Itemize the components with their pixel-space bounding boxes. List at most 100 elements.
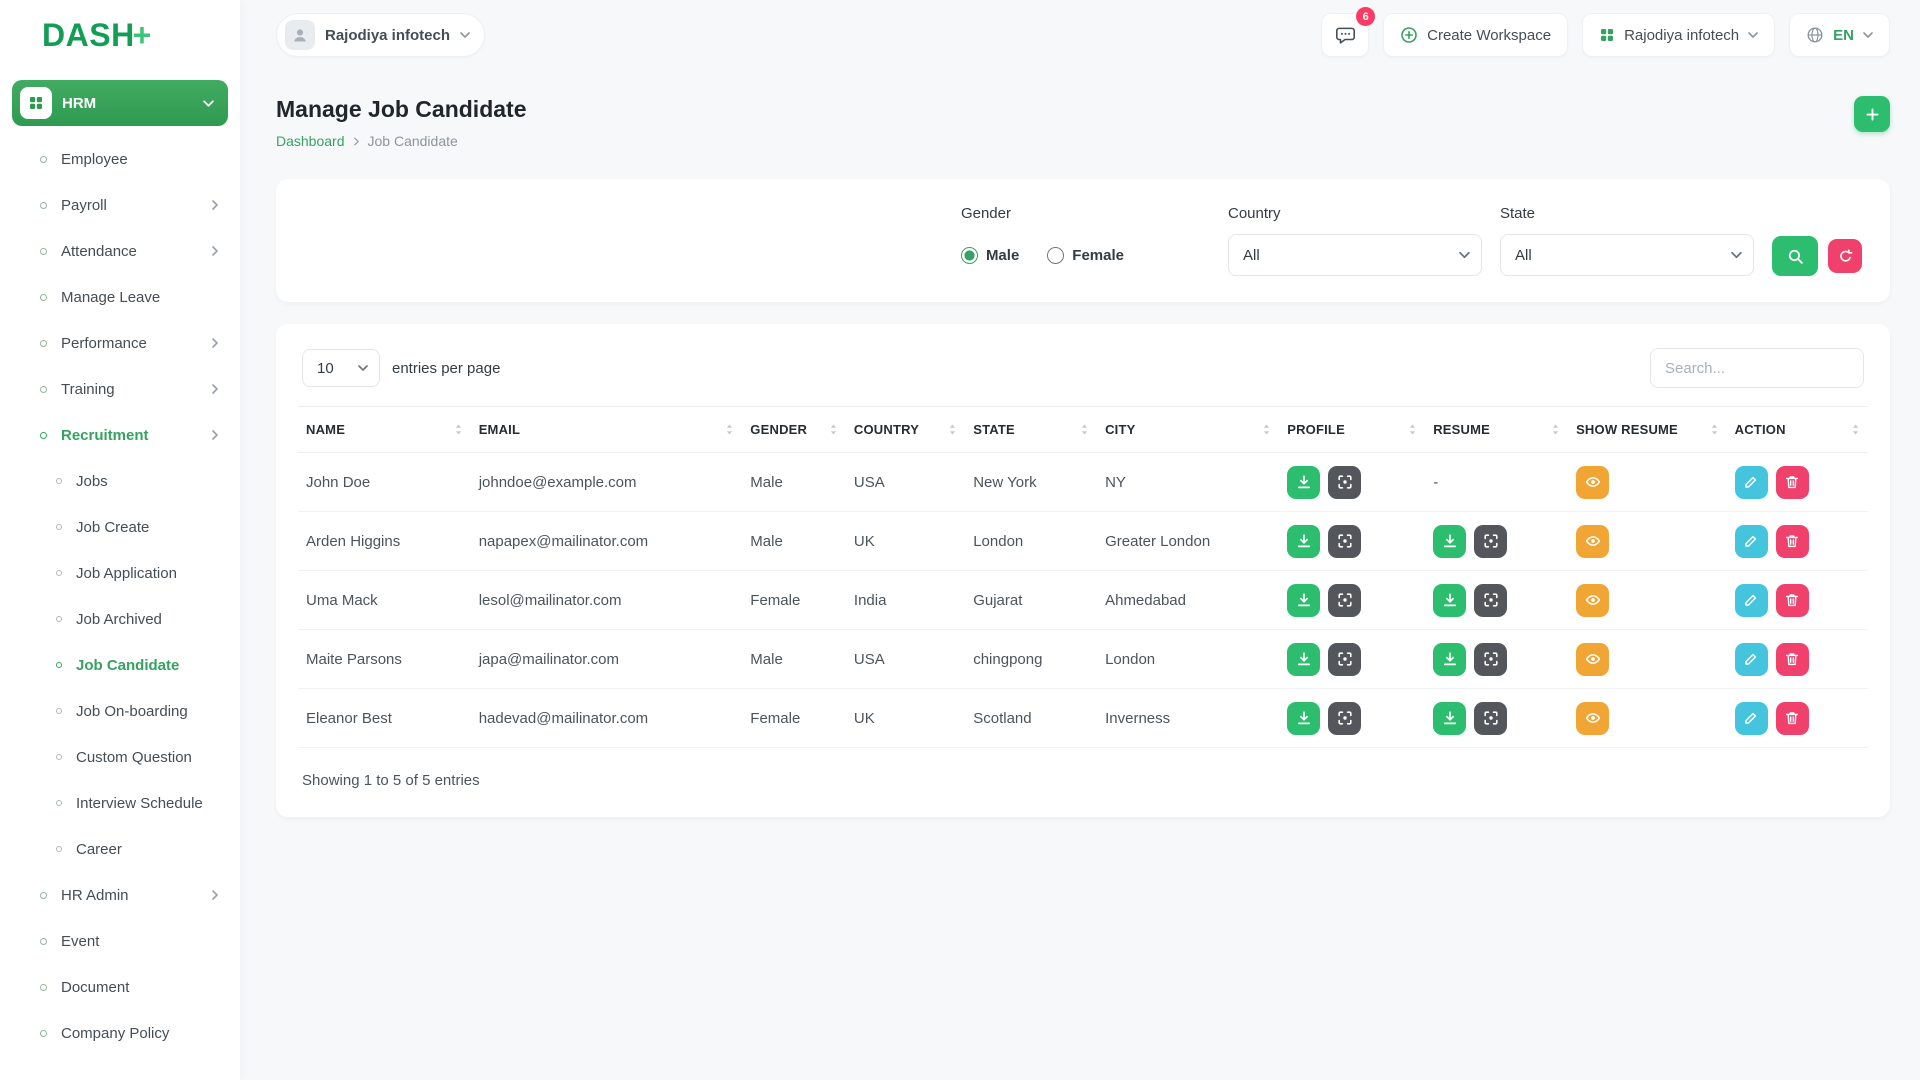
chevron-right-icon — [212, 246, 218, 256]
show-resume-button[interactable] — [1576, 643, 1609, 676]
table-search-input[interactable] — [1650, 348, 1864, 388]
sidebar-subitem-job-onboarding[interactable]: Job On-boarding — [0, 688, 240, 734]
sidebar-subitem-jobs[interactable]: Jobs — [0, 458, 240, 504]
edit-button[interactable] — [1735, 643, 1768, 676]
delete-button[interactable] — [1776, 702, 1809, 735]
column-label: COUNTRY — [854, 422, 919, 437]
cell-resume — [1425, 512, 1568, 571]
edit-button[interactable] — [1735, 466, 1768, 499]
chevron-right-icon — [212, 430, 218, 440]
column-header-resume[interactable]: RESUME — [1425, 407, 1568, 453]
column-header-action[interactable]: ACTION — [1727, 407, 1868, 453]
edit-button[interactable] — [1735, 702, 1768, 735]
cell-action — [1727, 689, 1868, 748]
delete-button[interactable] — [1776, 584, 1809, 617]
gender-female-radio[interactable] — [1047, 247, 1064, 264]
apply-filter-button[interactable] — [1772, 236, 1818, 276]
column-header-gender[interactable]: GENDER — [742, 407, 846, 453]
topbar: Rajodiya infotech 6 Create Workspace Raj… — [240, 0, 1920, 70]
sidebar-item-attendance[interactable]: Attendance — [0, 228, 240, 274]
trash-icon — [1784, 592, 1800, 608]
sidebar-subitem-career[interactable]: Career — [0, 826, 240, 872]
dot-icon — [40, 432, 47, 439]
profile-scan-button[interactable] — [1328, 643, 1361, 676]
edit-button[interactable] — [1735, 525, 1768, 558]
column-header-city[interactable]: CITY — [1097, 407, 1279, 453]
app-logo[interactable]: DASH+ — [0, 0, 240, 70]
show-resume-button[interactable] — [1576, 466, 1609, 499]
sidebar-subitem-job-candidate[interactable]: Job Candidate — [0, 642, 240, 688]
resume-scan-button[interactable] — [1474, 702, 1507, 735]
sidebar-item-company-policy[interactable]: Company Policy — [0, 1010, 240, 1056]
sidebar-item-recruitment[interactable]: Recruitment — [0, 412, 240, 458]
resume-download-button[interactable] — [1433, 584, 1466, 617]
gender-male-radio[interactable] — [961, 247, 978, 264]
sort-icon — [1551, 423, 1560, 436]
pencil-icon — [1743, 651, 1759, 667]
column-header-state[interactable]: STATE — [965, 407, 1097, 453]
sidebar-item-performance[interactable]: Performance — [0, 320, 240, 366]
workspace-selector[interactable]: Rajodiya infotech — [276, 13, 485, 57]
show-resume-button[interactable] — [1576, 525, 1609, 558]
breadcrumb-dashboard-link[interactable]: Dashboard — [276, 133, 345, 149]
resume-scan-button[interactable] — [1474, 525, 1507, 558]
profile-scan-button[interactable] — [1328, 525, 1361, 558]
profile-download-button[interactable] — [1287, 643, 1320, 676]
profile-download-button[interactable] — [1287, 702, 1320, 735]
resume-download-button[interactable] — [1433, 702, 1466, 735]
company-selector[interactable]: Rajodiya infotech — [1582, 13, 1775, 57]
gender-female-option[interactable]: Female — [1047, 247, 1124, 264]
sidebar-item-training[interactable]: Training — [0, 366, 240, 412]
add-candidate-button[interactable] — [1854, 96, 1890, 132]
column-header-profile[interactable]: PROFILE — [1279, 407, 1425, 453]
dot-icon — [40, 156, 47, 163]
language-selector[interactable]: EN — [1789, 13, 1890, 57]
resume-download-button[interactable] — [1433, 643, 1466, 676]
profile-download-button[interactable] — [1287, 466, 1320, 499]
dot-icon — [56, 800, 62, 806]
edit-button[interactable] — [1735, 584, 1768, 617]
sidebar-item-manage-leave[interactable]: Manage Leave — [0, 274, 240, 320]
column-label: ACTION — [1735, 422, 1786, 437]
sidebar-subitem-custom-question[interactable]: Custom Question — [0, 734, 240, 780]
sidebar-item-label: Job Application — [76, 565, 177, 582]
sidebar-item-employee[interactable]: Employee — [0, 136, 240, 182]
sidebar-subitem-interview-schedule[interactable]: Interview Schedule — [0, 780, 240, 826]
profile-download-button[interactable] — [1287, 584, 1320, 617]
entries-select[interactable]: 10 — [302, 349, 380, 387]
delete-button[interactable] — [1776, 525, 1809, 558]
profile-scan-button[interactable] — [1328, 584, 1361, 617]
create-workspace-button[interactable]: Create Workspace — [1383, 13, 1568, 57]
show-resume-button[interactable] — [1576, 702, 1609, 735]
sidebar-item-hr-admin[interactable]: HR Admin — [0, 872, 240, 918]
show-resume-button[interactable] — [1576, 584, 1609, 617]
profile-scan-button[interactable] — [1328, 702, 1361, 735]
sidebar-item-document[interactable]: Document — [0, 964, 240, 1010]
messages-button[interactable]: 6 — [1321, 13, 1369, 57]
topbar-right: 6 Create Workspace Rajodiya infotech EN — [1321, 13, 1890, 57]
column-header-country[interactable]: COUNTRY — [846, 407, 965, 453]
sidebar-section-hrm[interactable]: HRM — [12, 80, 228, 126]
profile-scan-button[interactable] — [1328, 466, 1361, 499]
resume-scan-button[interactable] — [1474, 584, 1507, 617]
country-select[interactable]: All — [1228, 234, 1482, 276]
sidebar-subitem-job-create[interactable]: Job Create — [0, 504, 240, 550]
column-header-name[interactable]: NAME — [298, 407, 471, 453]
gender-male-option[interactable]: Male — [961, 247, 1019, 264]
resume-scan-button[interactable] — [1474, 643, 1507, 676]
column-header-email[interactable]: EMAIL — [471, 407, 743, 453]
resume-download-button[interactable] — [1433, 525, 1466, 558]
column-header-show-resume[interactable]: SHOW RESUME — [1568, 407, 1727, 453]
sidebar-item-label: Manage Leave — [61, 289, 160, 306]
reset-filter-button[interactable] — [1828, 239, 1862, 273]
profile-download-button[interactable] — [1287, 525, 1320, 558]
sidebar-item-payroll[interactable]: Payroll — [0, 182, 240, 228]
sidebar-subitem-job-archived[interactable]: Job Archived — [0, 596, 240, 642]
delete-button[interactable] — [1776, 466, 1809, 499]
sidebar-subitem-job-application[interactable]: Job Application — [0, 550, 240, 596]
eye-icon — [1585, 474, 1601, 490]
state-select[interactable]: All — [1500, 234, 1754, 276]
sidebar-item-event[interactable]: Event — [0, 918, 240, 964]
delete-button[interactable] — [1776, 643, 1809, 676]
cell-state: Gujarat — [965, 571, 1097, 630]
